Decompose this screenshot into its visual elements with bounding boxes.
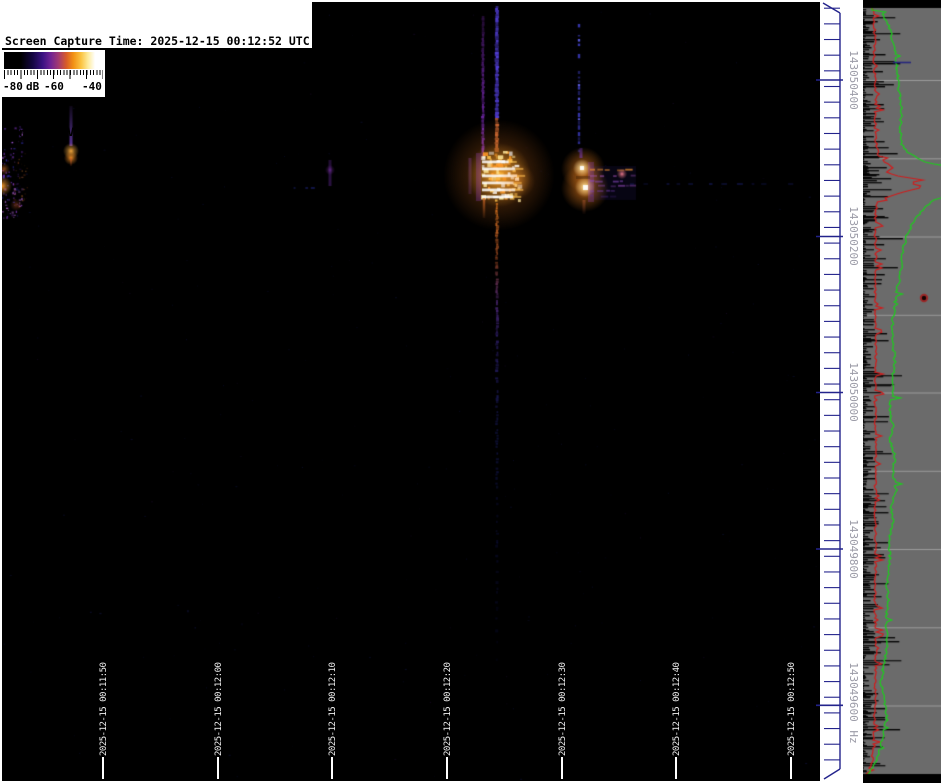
color-gradient-bar: [4, 52, 103, 69]
color-scale-major-ticks: [4, 70, 103, 79]
db-tick-label: -80: [3, 80, 23, 93]
axis-bottom-cap: [823, 768, 841, 780]
db-tick-label: dB: [26, 80, 40, 93]
capture-time-text: Screen Capture Time: 2025-12-15 00:12:52…: [5, 33, 310, 48]
spectrum-side-panel: [863, 0, 941, 783]
freq-label: 143050000: [847, 362, 860, 422]
spectrogram-capture-viewer: Screen Capture Time: 2025-12-15 00:12:52…: [0, 0, 941, 783]
freq-label: 143050400: [847, 50, 860, 110]
db-tick-label: -60: [44, 80, 64, 93]
config-text: Config = V8: [5, 125, 82, 140]
axis-top-cap: [822, 2, 841, 14]
db-color-scale: -80 dB -60 -40: [2, 50, 105, 97]
db-tick-label: -40: [82, 80, 102, 93]
freq-label: 143049800: [847, 519, 860, 579]
freq-label: 143050200: [847, 206, 860, 266]
freq-label: 143049600: [847, 662, 860, 722]
freq-label: Hz: [847, 730, 860, 744]
capture-info-box: Screen Capture Time: 2025-12-15 00:12:52…: [2, 2, 312, 139]
